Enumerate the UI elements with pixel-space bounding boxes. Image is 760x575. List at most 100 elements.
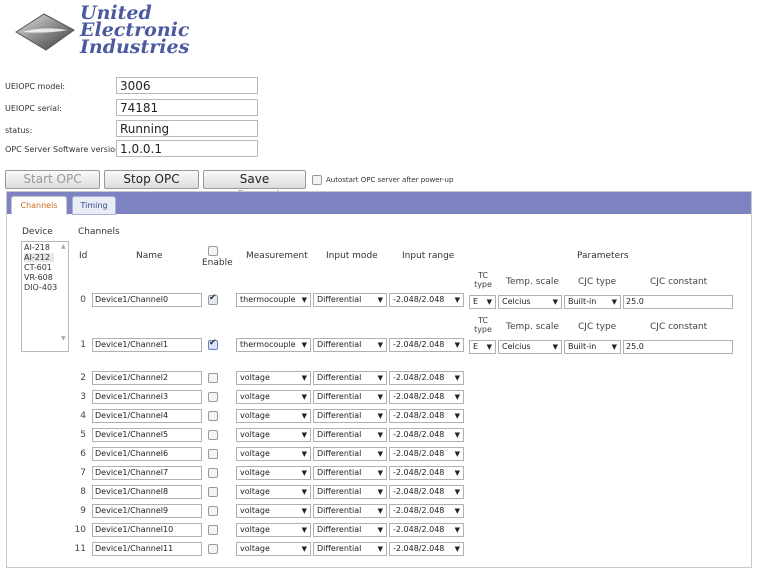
chevron-down-icon: ▼ <box>552 343 558 351</box>
channel-name-input[interactable]: Device1/Channel2 <box>92 371 202 385</box>
measurement-select[interactable]: voltage ▼ <box>236 504 311 518</box>
chevron-down-icon: ▼ <box>301 545 307 553</box>
temp-scale-select[interactable]: Celcius ▼ <box>498 340 562 354</box>
input-range-select[interactable]: -2.048/2.048 ▼ <box>389 466 464 480</box>
device-item-ai-212[interactable]: AI-212 <box>24 253 54 262</box>
channel-name-input[interactable]: Device1/Channel11 <box>92 542 202 556</box>
enable-checkbox[interactable] <box>208 544 218 554</box>
enable-checkbox[interactable] <box>208 430 218 440</box>
channel-name-input[interactable]: Device1/Channel8 <box>92 485 202 499</box>
enable-checkbox[interactable] <box>208 468 218 478</box>
channel-name-input[interactable]: Device1/Channel6 <box>92 447 202 461</box>
measurement-select[interactable]: voltage ▼ <box>236 371 311 385</box>
enable-checkbox[interactable] <box>208 338 218 350</box>
input-mode-select[interactable]: Differential ▼ <box>313 485 387 499</box>
input-mode-select-value: Differential <box>317 449 362 458</box>
measurement-select[interactable]: voltage ▼ <box>236 409 311 423</box>
enable-checkbox[interactable] <box>208 373 218 383</box>
input-mode-select[interactable]: Differential ▼ <box>313 293 387 307</box>
scroll-down-icon[interactable]: ▼ <box>61 335 66 342</box>
input-range-select[interactable]: -2.048/2.048 ▼ <box>389 390 464 404</box>
scroll-up-icon[interactable]: ▲ <box>61 243 66 250</box>
cjc-type-select[interactable]: Built-in ▼ <box>564 295 621 309</box>
input-mode-select[interactable]: Differential ▼ <box>313 542 387 556</box>
input-range-select-value: -2.048/2.048 <box>393 295 445 304</box>
status-field[interactable]: Running <box>116 120 258 137</box>
enable-all-checkbox[interactable] <box>208 246 218 256</box>
stop-opc-server-button[interactable]: Stop OPC server <box>104 170 199 203</box>
input-range-select[interactable]: -2.048/2.048 ▼ <box>389 447 464 461</box>
input-range-select[interactable]: -2.048/2.048 ▼ <box>389 542 464 556</box>
channel-name-input[interactable]: Device1/Channel9 <box>92 504 202 518</box>
measurement-select[interactable]: thermocouple ▼ <box>236 338 311 352</box>
tab-timing[interactable]: Timing <box>72 196 116 215</box>
version-field[interactable]: 1.0.0.1 <box>116 140 258 157</box>
measurement-select[interactable]: voltage ▼ <box>236 466 311 480</box>
measurement-select[interactable]: voltage ▼ <box>236 542 311 556</box>
input-mode-select-value: Differential <box>317 411 362 420</box>
device-item-dio-403[interactable]: DIO-403 <box>24 283 57 292</box>
input-range-select[interactable]: -2.048/2.048 ▼ <box>389 409 464 423</box>
measurement-select[interactable]: voltage ▼ <box>236 523 311 537</box>
chevron-down-icon: ▼ <box>454 393 460 401</box>
input-range-select[interactable]: -2.048/2.048 ▼ <box>389 485 464 499</box>
measurement-select[interactable]: voltage ▼ <box>236 390 311 404</box>
cjc-type-select[interactable]: Built-in ▼ <box>564 340 621 354</box>
input-mode-select-value: Differential <box>317 392 362 401</box>
input-mode-select[interactable]: Differential ▼ <box>313 447 387 461</box>
input-mode-select[interactable]: Differential ▼ <box>313 504 387 518</box>
enable-checkbox[interactable] <box>208 293 218 305</box>
channel-name-input[interactable]: Device1/Channel1 <box>92 338 202 352</box>
input-range-select[interactable]: -2.048/2.048 ▼ <box>389 371 464 385</box>
autostart-checkbox[interactable] <box>312 175 322 185</box>
enable-checkbox[interactable] <box>208 449 218 459</box>
enable-checkbox[interactable] <box>208 506 218 516</box>
input-mode-select-value: Differential <box>317 525 362 534</box>
model-field[interactable]: 3006 <box>116 77 258 94</box>
enable-checkbox[interactable] <box>208 487 218 497</box>
device-item-ai-218[interactable]: AI-218 <box>24 243 50 252</box>
input-range-select[interactable]: -2.048/2.048 ▼ <box>389 428 464 442</box>
measurement-select[interactable]: thermocouple ▼ <box>236 293 311 307</box>
measurement-select[interactable]: voltage ▼ <box>236 428 311 442</box>
channel-name-input[interactable]: Device1/Channel0 <box>92 293 202 307</box>
input-mode-select[interactable]: Differential ▼ <box>313 466 387 480</box>
channel-name-input[interactable]: Device1/Channel3 <box>92 390 202 404</box>
measurement-select[interactable]: voltage ▼ <box>236 485 311 499</box>
channel-id: 3 <box>80 392 86 402</box>
input-range-select[interactable]: -2.048/2.048 ▼ <box>389 523 464 537</box>
input-range-select-value: -2.048/2.048 <box>393 411 445 420</box>
cjc-constant-input[interactable]: 25.0 <box>623 295 733 309</box>
measurement-select-value: voltage <box>240 468 270 477</box>
input-mode-select-value: Differential <box>317 487 362 496</box>
start-opc-server-button[interactable]: Start OPC server <box>5 170 100 203</box>
serial-field[interactable]: 74181 <box>116 99 258 116</box>
input-mode-select[interactable]: Differential ▼ <box>313 390 387 404</box>
input-mode-select[interactable]: Differential ▼ <box>313 371 387 385</box>
measurement-select[interactable]: voltage ▼ <box>236 447 311 461</box>
input-range-select[interactable]: -2.048/2.048 ▼ <box>389 293 464 307</box>
save-configuration-button[interactable]: Save configuration <box>203 170 306 203</box>
tab-channels[interactable]: Channels <box>11 196 67 215</box>
enable-checkbox[interactable] <box>208 411 218 421</box>
input-mode-select-value: Differential <box>317 373 362 382</box>
channel-name-input[interactable]: Device1/Channel10 <box>92 523 202 537</box>
input-mode-select[interactable]: Differential ▼ <box>313 338 387 352</box>
input-mode-select[interactable]: Differential ▼ <box>313 523 387 537</box>
measurement-select-value: voltage <box>240 411 270 420</box>
input-mode-select[interactable]: Differential ▼ <box>313 409 387 423</box>
tc-type-select[interactable]: E ▼ <box>469 340 496 354</box>
input-range-select[interactable]: -2.048/2.048 ▼ <box>389 338 464 352</box>
cjc-constant-input[interactable]: 25.0 <box>623 340 733 354</box>
input-range-select[interactable]: -2.048/2.048 ▼ <box>389 504 464 518</box>
enable-checkbox[interactable] <box>208 392 218 402</box>
device-item-ct-601[interactable]: CT-601 <box>24 263 52 272</box>
channel-name-input[interactable]: Device1/Channel4 <box>92 409 202 423</box>
channel-name-input[interactable]: Device1/Channel7 <box>92 466 202 480</box>
input-mode-select[interactable]: Differential ▼ <box>313 428 387 442</box>
device-item-vr-608[interactable]: VR-608 <box>24 273 53 282</box>
tc-type-select[interactable]: E ▼ <box>469 295 496 309</box>
channel-name-input[interactable]: Device1/Channel5 <box>92 428 202 442</box>
enable-checkbox[interactable] <box>208 525 218 535</box>
temp-scale-select[interactable]: Celcius ▼ <box>498 295 562 309</box>
